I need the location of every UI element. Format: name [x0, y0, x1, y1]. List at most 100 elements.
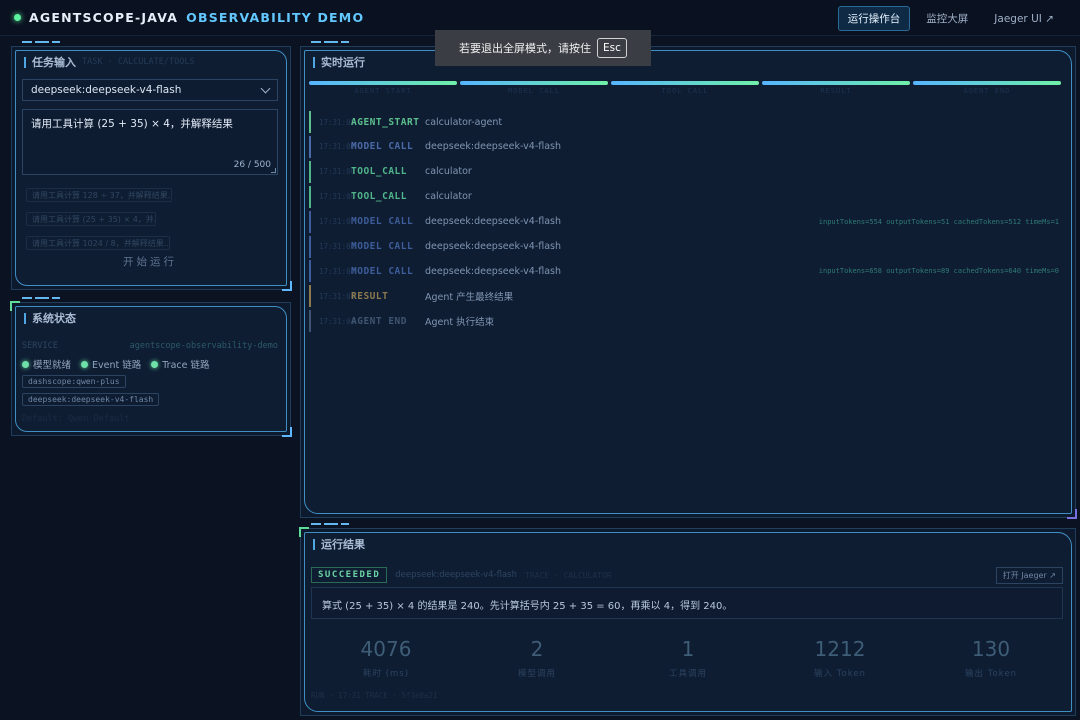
event-row: 17:31:04 RESULT Agent 产生最终结果: [309, 285, 1061, 308]
panel-tab-decoration: [311, 41, 353, 49]
event-desc: calculator: [425, 191, 472, 203]
metric-model-calls: 2 模型调用: [517, 637, 556, 679]
event-desc: Agent 产生最终结果: [425, 292, 514, 304]
result-header: SUCCEEDED deepseek:deepseek-v4-flash TRA…: [311, 567, 1063, 584]
system-status-panel: 系统状态 SERVICE agentscope-observability-de…: [10, 297, 292, 437]
status-dot-icon: [14, 14, 21, 21]
event-time: 17:31:00: [319, 117, 356, 127]
event-type: TOOL_CALL: [351, 191, 407, 203]
result-agent: TRACE · CALCULATOR: [525, 570, 612, 580]
metric-input-tokens: 1212 输入 Token: [814, 637, 866, 679]
brand-subtitle: OBSERVABILITY DEMO: [186, 10, 365, 25]
event-time: 17:31:04: [319, 266, 356, 276]
chevron-down-icon: [260, 83, 271, 94]
status-badge: SUCCEEDED: [311, 567, 388, 583]
metric-duration: 4076 耗时 (ms): [360, 637, 412, 679]
panel-tab-decoration: [22, 41, 64, 49]
event-row: 17:31:04 AGENT END Agent 执行结束: [309, 310, 1061, 333]
service-value: agentscope-observability-demo: [129, 341, 278, 351]
metric-output-tokens: 130 输出 Token: [965, 637, 1017, 679]
model-select[interactable]: deepseek:deepseek-v4-flash: [22, 79, 278, 101]
resize-grip-icon[interactable]: [271, 168, 276, 173]
event-type: TOOL_CALL: [351, 166, 407, 178]
event-time: 17:31:00: [319, 167, 356, 177]
panel-title: 系统状态: [24, 310, 76, 326]
pipeline-progress: AGENT START MODEL CALL TOOL CALL RESULT …: [309, 81, 1061, 97]
event-time: 17:31:00: [319, 142, 356, 152]
event-row: 17:31:04 MODEL CALL deepseek:deepseek-v4-f…: [309, 260, 1061, 283]
status-model: 模型就绪: [22, 357, 71, 371]
event-type: AGENT_START: [351, 116, 420, 128]
fullscreen-toast: 若要退出全屏模式，请按住 Esc: [435, 30, 651, 66]
status-trace: Trace 链路: [151, 357, 210, 371]
event-desc: deepseek:deepseek-v4-flash: [425, 216, 562, 228]
event-row: 17:31:0 MODEL CALL deepseek:deepseek-v4-fl…: [309, 210, 1061, 233]
status-dot-icon: [22, 360, 29, 368]
default-footer: Default: Qwen Default: [22, 414, 130, 424]
result-model: deepseek:deepseek-v4-flash: [395, 570, 517, 580]
result-panel: 运行结果 SUCCEEDED deepseek:deepseek-v4-flas…: [299, 523, 1076, 716]
event-row: 17:31:00 MODEL CALL deepseek:deepseek-v4-f…: [309, 135, 1061, 158]
start-run-button[interactable]: 开始运行: [22, 253, 278, 271]
event-time: 17:31:04: [319, 242, 356, 251]
open-jaeger-button[interactable]: 打开 Jaeger ↗: [995, 567, 1063, 584]
service-row: SERVICE agentscope-observability-demo: [22, 341, 278, 351]
event-type: MODEL CALL: [351, 265, 414, 277]
prompt-text: 请用工具计算 (25 + 35) × 4，并解释结果: [31, 118, 233, 130]
event-type: AGENT END: [351, 315, 407, 327]
panel-title: 实时运行: [313, 54, 365, 70]
event-type: MODEL CALL: [351, 141, 414, 153]
pipeline-stage: RESULT: [762, 81, 910, 97]
event-desc: deepseek:deepseek-v4-flash: [425, 241, 562, 252]
char-counter: 26 / 500: [233, 160, 271, 170]
toast-text: 若要退出全屏模式，请按住: [459, 42, 592, 55]
event-time: 17:31:00: [319, 192, 356, 202]
pipeline-stage: TOOL CALL: [611, 81, 759, 97]
brand-title: AGENTSCOPE-JAVA: [29, 10, 179, 25]
model-tag: deepseek:deepseek-v4-flash: [22, 393, 160, 406]
task-input-panel: 任务输入 TASK · CALCULATE/TOOLS deepseek:dee…: [11, 41, 292, 291]
event-desc: deepseek:deepseek-v4-flash: [425, 265, 562, 277]
event-row: 17:31:00 TOOL_CALL calculator: [309, 185, 1061, 208]
metric-tool-calls: 1 工具调用: [668, 637, 707, 679]
event-row: 17:31:04 MODEL CALL deepseek:deepseek-v4-f…: [309, 235, 1061, 258]
model-tag: dashscope:qwen-plus: [22, 375, 126, 388]
status-indicators: 模型就绪 Event 链路 Trace 链路: [22, 357, 210, 371]
panel-title: 任务输入 TASK · CALCULATE/TOOLS: [24, 54, 195, 70]
pipeline-stage: AGENT START: [309, 81, 457, 97]
suggestion-chip[interactable]: 请用工具计算 (25 + 35) × 4，并...: [26, 212, 156, 226]
nav-dashboard[interactable]: 监控大屏: [916, 6, 978, 31]
trace-footer: RUN · 17:31 TRACE · 5f3e8a21: [311, 691, 438, 700]
event-type: MODEL CALL: [351, 216, 414, 228]
result-answer: 算式 (25 + 35) × 4 的结果是 240。先计算括号内 25 + 35…: [311, 587, 1063, 619]
realtime-panel: 实时运行 AGENT START MODEL CALL TOOL CALL RE…: [300, 41, 1077, 519]
service-key: SERVICE: [22, 341, 58, 351]
suggestion-chip[interactable]: 请用工具计算 128 ÷ 37，并解释结果...: [26, 188, 172, 202]
panel-tab-decoration: [22, 297, 64, 305]
panel-title: 运行结果: [313, 536, 365, 552]
event-desc: Agent 执行结束: [425, 317, 495, 329]
status-dot-icon: [151, 360, 159, 368]
event-desc: calculator-agent: [425, 116, 503, 128]
top-nav: 运行操作台 监控大屏 Jaeger UI ↗: [837, 6, 1064, 31]
event-time: 17:31:04: [319, 291, 356, 301]
panel-tab-decoration: [311, 523, 353, 531]
suggestion-chip[interactable]: 请用工具计算 1024 / 8，并解释结果...: [26, 236, 170, 250]
event-type: RESULT: [351, 290, 389, 302]
event-desc: deepseek:deepseek-v4-flash: [425, 141, 562, 153]
event-time: 17:31:04: [319, 316, 356, 326]
prompt-textarea[interactable]: 请用工具计算 (25 + 35) × 4，并解释结果 26 / 500: [22, 109, 278, 175]
event-type: MODEL CALL: [351, 241, 414, 252]
pipeline-stage: AGENT END: [913, 81, 1061, 97]
model-select-value: deepseek:deepseek-v4-flash: [31, 84, 182, 96]
event-meta: inputTokens=658 outputTokens=89 cachedTo…: [818, 267, 1059, 276]
event-desc: calculator: [425, 166, 472, 178]
nav-console[interactable]: 运行操作台: [837, 6, 911, 31]
event-row: 17:31:00 TOOL_CALL calculator: [309, 160, 1061, 183]
status-event: Event 链路: [81, 357, 141, 371]
nav-jaeger[interactable]: Jaeger UI ↗: [984, 8, 1064, 30]
status-dot-icon: [81, 360, 89, 368]
event-meta: inputTokens=554 outputTokens=51 cachedTo…: [818, 217, 1059, 226]
pipeline-stage: MODEL CALL: [460, 81, 608, 97]
esc-key: Esc: [597, 38, 627, 58]
